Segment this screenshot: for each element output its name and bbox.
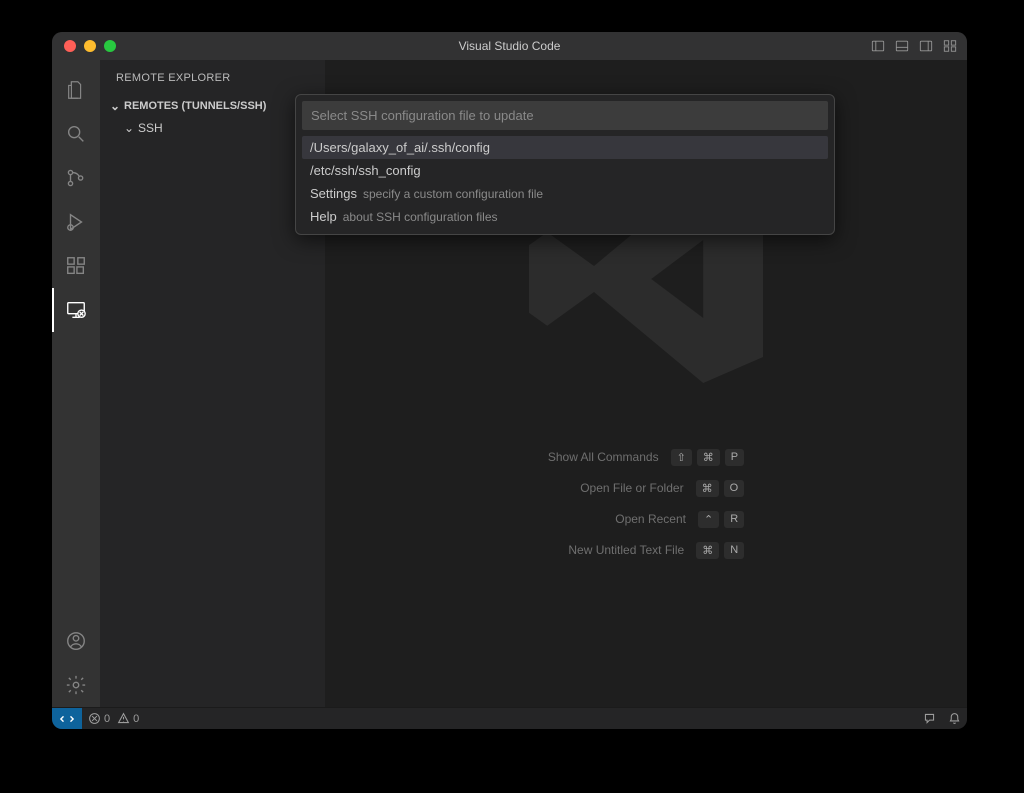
app-window: Visual Studio Code (52, 32, 967, 729)
quickpick-panel: /Users/galaxy_of_ai/.ssh/config /etc/ssh… (295, 94, 835, 235)
hint-keys: ⌘ N (696, 542, 744, 559)
hint-row: New Untitled Text File ⌘ N (548, 542, 744, 559)
remote-explorer-activity[interactable] (52, 288, 100, 332)
quickpick-item[interactable]: /Users/galaxy_of_ai/.ssh/config (302, 136, 828, 159)
settings-activity[interactable] (52, 663, 100, 707)
bell-icon (948, 712, 961, 725)
warning-icon (117, 712, 130, 725)
hint-label: New Untitled Text File (568, 543, 684, 557)
hint-keys: ⌘ O (696, 480, 745, 497)
feedback-status[interactable] (917, 712, 942, 725)
hint-label: Open Recent (615, 512, 686, 526)
sidebar: REMOTE EXPLORER ⌄ REMOTES (TUNNELS/SSH) … (100, 60, 325, 707)
hint-label: Show All Commands (548, 450, 659, 464)
quickpick-item-label: /Users/galaxy_of_ai/.ssh/config (310, 140, 490, 155)
quickpick-item-desc: specify a custom configuration file (363, 187, 543, 201)
toggle-secondary-sidebar-icon[interactable] (919, 39, 933, 53)
extensions-activity[interactable] (52, 244, 100, 288)
window-title: Visual Studio Code (52, 39, 967, 53)
search-activity[interactable] (52, 112, 100, 156)
source-control-activity[interactable] (52, 156, 100, 200)
quickpick-item[interactable]: /etc/ssh/ssh_config (302, 159, 828, 182)
hint-keys: ⌃ R (698, 511, 744, 528)
hint-row: Open Recent ⌃ R (548, 511, 744, 528)
close-window-button[interactable] (64, 40, 76, 52)
problems-status[interactable]: 0 0 (82, 712, 145, 725)
quickpick-item-desc: about SSH configuration files (343, 210, 498, 224)
titlebar: Visual Studio Code (52, 32, 967, 60)
error-icon (88, 712, 101, 725)
watermark-hints: Show All Commands ⇧ ⌘ P Open File or Fol… (548, 449, 744, 559)
warnings-count: 0 (133, 713, 139, 725)
remote-icon (60, 712, 74, 726)
quickpick-input[interactable] (302, 101, 828, 130)
quickpick-item[interactable]: Help about SSH configuration files (302, 205, 828, 228)
status-bar: 0 0 (52, 707, 967, 729)
toggle-panel-icon[interactable] (895, 39, 909, 53)
tree-item-ssh[interactable]: ⌄ SSH (108, 117, 317, 139)
feedback-icon (923, 712, 936, 725)
hint-label: Open File or Folder (580, 481, 683, 495)
sidebar-title: REMOTE EXPLORER (100, 60, 325, 95)
app-body: REMOTE EXPLORER ⌄ REMOTES (TUNNELS/SSH) … (52, 60, 967, 707)
minimize-window-button[interactable] (84, 40, 96, 52)
tree-section-remotes[interactable]: ⌄ REMOTES (TUNNELS/SSH) (108, 95, 317, 117)
chevron-down-icon: ⌄ (108, 99, 122, 113)
quickpick-item-label: Settings (310, 186, 357, 201)
quickpick-list: /Users/galaxy_of_ai/.ssh/config /etc/ssh… (302, 136, 828, 228)
quickpick-item[interactable]: Settings specify a custom configuration … (302, 182, 828, 205)
hint-row: Open File or Folder ⌘ O (548, 480, 744, 497)
activity-bar (52, 60, 100, 707)
accounts-activity[interactable] (52, 619, 100, 663)
layout-controls (871, 39, 957, 53)
quickpick-item-label: /etc/ssh/ssh_config (310, 163, 421, 178)
errors-count: 0 (104, 713, 110, 725)
explorer-activity[interactable] (52, 68, 100, 112)
customize-layout-icon[interactable] (943, 39, 957, 53)
fullscreen-window-button[interactable] (104, 40, 116, 52)
hint-keys: ⇧ ⌘ P (671, 449, 745, 466)
chevron-down-icon: ⌄ (122, 121, 136, 135)
notifications-status[interactable] (942, 712, 967, 725)
quickpick-item-label: Help (310, 209, 337, 224)
hint-row: Show All Commands ⇧ ⌘ P (548, 449, 744, 466)
traffic-lights (52, 40, 116, 52)
remote-indicator[interactable] (52, 708, 82, 729)
remote-tree: ⌄ REMOTES (TUNNELS/SSH) ⌄ SSH (100, 95, 325, 139)
run-debug-activity[interactable] (52, 200, 100, 244)
toggle-primary-sidebar-icon[interactable] (871, 39, 885, 53)
